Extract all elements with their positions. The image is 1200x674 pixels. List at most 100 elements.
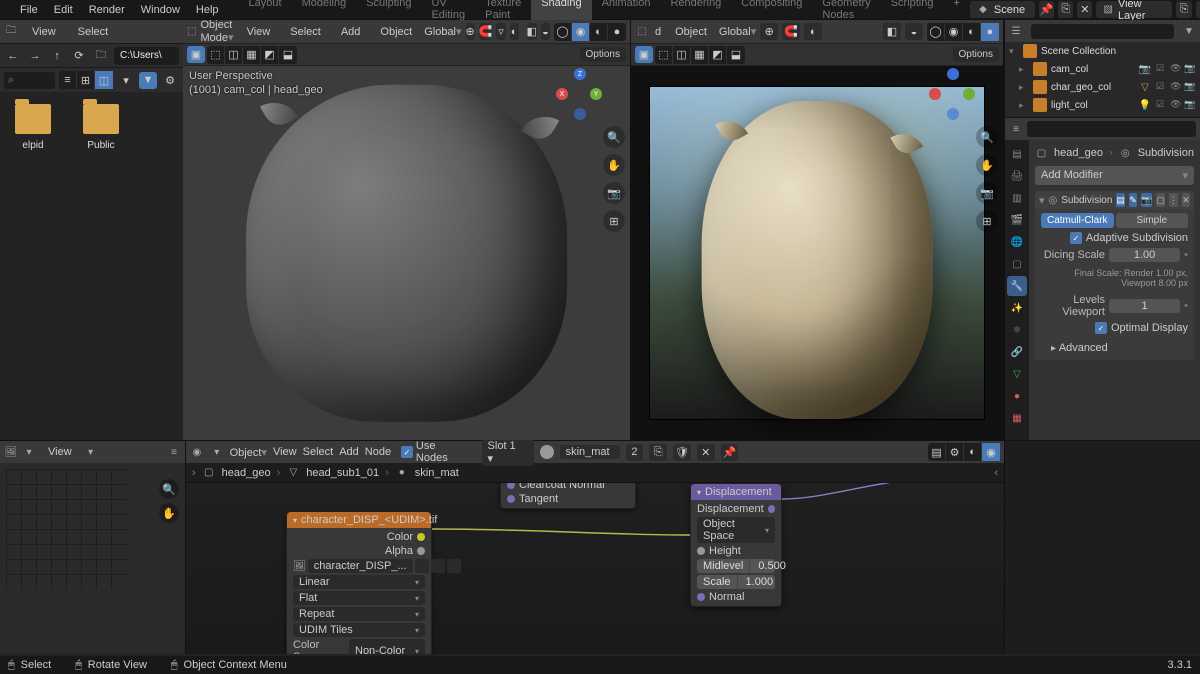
zoom-icon[interactable]: 🔍	[976, 126, 998, 148]
pan-icon[interactable]: ✋	[976, 154, 998, 176]
socket-icon[interactable]	[507, 495, 515, 503]
adaptive-checkbox[interactable]: ✓	[1070, 232, 1082, 244]
advanced-disclosure[interactable]: ▸ Advanced	[1041, 338, 1188, 356]
mat-sphere-icon[interactable]	[540, 445, 554, 459]
shader-type-icon[interactable]: ▾	[210, 445, 224, 459]
viewlayer-del-icon[interactable]: ✕	[1196, 1, 1200, 18]
properties-editor-icon[interactable]: ≡	[1009, 122, 1023, 136]
ne-view[interactable]: View	[273, 446, 297, 458]
viewport-options[interactable]: Options	[580, 47, 626, 62]
ie-view[interactable]: View	[40, 444, 80, 460]
properties-search[interactable]	[1027, 121, 1196, 137]
mod-edit-icon[interactable]: ✎	[1129, 193, 1137, 207]
dicing-scale-input[interactable]: 1.00	[1109, 248, 1180, 262]
pan-icon[interactable]: ✋	[159, 503, 179, 523]
uv-grid[interactable]: 🔍 ✋	[0, 463, 185, 654]
nav-gizmo[interactable]: X Y Z	[556, 72, 602, 118]
mat-unlink-icon[interactable]: ✕	[697, 444, 715, 461]
mod-realtime-icon[interactable]: ▤	[1116, 193, 1125, 207]
camera-icon[interactable]: 📷	[976, 182, 998, 204]
snap-target-icon[interactable]: ▿	[496, 23, 505, 40]
menu-file[interactable]: File	[12, 2, 46, 18]
snap-icon[interactable]: 🧲	[479, 23, 493, 40]
mat-users-button[interactable]: 2	[626, 444, 644, 461]
scene-del-icon[interactable]: ✕	[1077, 1, 1092, 18]
ne-add[interactable]: Add	[339, 446, 359, 458]
node-displacement[interactable]: ▾Displacement Displacement Object Space▾…	[690, 483, 782, 607]
socket-icon[interactable]	[507, 483, 515, 489]
nav-newdir-icon[interactable]: 🗀	[92, 47, 110, 64]
persp-icon[interactable]: ⊞	[603, 210, 625, 232]
extension-select[interactable]: Repeat▾	[293, 607, 425, 621]
filter-icon[interactable]: ▼	[1182, 24, 1196, 38]
scene-selector[interactable]: ◆ Scene	[970, 1, 1035, 18]
mat-newcopy-icon[interactable]: ⎘	[649, 444, 667, 461]
viewlayer-new-icon[interactable]: ⎘	[1176, 1, 1191, 18]
nav-gizmo[interactable]	[929, 72, 975, 118]
optimal-checkbox[interactable]: ✓	[1095, 322, 1107, 334]
viewport-3d-area[interactable]: User Perspective (1001) cam_col | head_g…	[183, 66, 630, 440]
disclosure-icon[interactable]: ▾	[1009, 46, 1019, 57]
scene-pin-icon[interactable]: 📌	[1039, 1, 1054, 18]
folder-item[interactable]: elpid	[8, 104, 58, 151]
levels-viewport-input[interactable]: 1	[1109, 299, 1180, 313]
vp-view[interactable]: View	[239, 24, 279, 40]
proportional-icon[interactable]: ◐	[510, 23, 519, 40]
tab-render[interactable]: ▤	[1007, 144, 1027, 164]
persp-icon[interactable]: ⊞	[976, 210, 998, 232]
viewport-options[interactable]: Options	[953, 47, 999, 62]
use-nodes-checkbox[interactable]: ✓	[401, 446, 413, 458]
img-open-icon[interactable]	[431, 559, 445, 573]
modifier-name[interactable]: Subdivision	[1061, 195, 1112, 206]
mod-cage-icon[interactable]: ▢	[1156, 193, 1165, 207]
socket-out-disp-icon[interactable]	[768, 505, 775, 513]
pan-icon[interactable]: ✋	[603, 154, 625, 176]
socket-out-alpha-icon[interactable]	[417, 547, 425, 555]
fb-filter-icon[interactable]: ▼	[139, 72, 157, 89]
fb-search-input[interactable]: ⌕	[4, 72, 55, 89]
add-modifier-button[interactable]: Add Modifier▾	[1035, 166, 1194, 185]
vp-object[interactable]: Object	[667, 24, 715, 40]
menu-window[interactable]: Window	[133, 2, 188, 18]
ie-menu-icon[interactable]: ≡	[167, 445, 181, 459]
node-overlay-icons[interactable]: ▤⚙◐◉	[928, 443, 1000, 461]
img-unlink-icon[interactable]	[447, 559, 461, 573]
tab-mesh[interactable]: ▽	[1007, 364, 1027, 384]
socket-normal-icon[interactable]	[697, 593, 705, 601]
menu-edit[interactable]: Edit	[46, 2, 81, 18]
tab-physics[interactable]: ⚛	[1007, 320, 1027, 340]
pivot-icon[interactable]: ⊕	[760, 23, 778, 40]
projection-select[interactable]: Flat▾	[293, 591, 425, 605]
disclosure-icon[interactable]: ▸	[1019, 64, 1029, 75]
node-editor-icon[interactable]: ◉	[190, 445, 204, 459]
tab-output[interactable]: 🖨	[1007, 166, 1027, 186]
menu-help[interactable]: Help	[188, 2, 227, 18]
fb-sort-icon[interactable]: ▾	[117, 72, 135, 89]
tab-texture[interactable]: ▦	[1007, 408, 1027, 428]
orientation-selector[interactable]: Global▾	[424, 25, 461, 38]
node-principled-partial[interactable]: Clearcoat Normal Tangent	[500, 483, 636, 509]
pivot-icon[interactable]: ⊕	[466, 23, 475, 40]
tiles-select[interactable]: UDIM Tiles▾	[293, 623, 425, 637]
disclosure-icon[interactable]: ▾	[1039, 194, 1045, 207]
proportional-icon[interactable]: ◐	[804, 23, 822, 40]
node-image-texture[interactable]: ▾character_DISP_<UDIM>.tif Color Alpha 🖼…	[286, 511, 432, 654]
menu-render[interactable]: Render	[81, 2, 133, 18]
tab-constraints[interactable]: 🔗	[1007, 342, 1027, 362]
mod-extra-icon[interactable]: ⋮	[1169, 193, 1178, 207]
gizmo-vis-icon[interactable]: ◧	[883, 23, 901, 40]
scale-input[interactable]: Scale1.000	[697, 575, 775, 589]
img-users-icon[interactable]	[415, 559, 429, 573]
tab-modifiers[interactable]: 🔧	[1007, 276, 1027, 296]
zoom-icon[interactable]: 🔍	[159, 479, 179, 499]
node-object-selector[interactable]: Object▾	[230, 446, 267, 459]
snap-icon[interactable]: 🧲	[782, 23, 800, 40]
orientation-selector[interactable]: Global▾	[719, 25, 756, 38]
fb-select[interactable]: Select	[70, 24, 117, 40]
image-editor-icon[interactable]: 🖼	[4, 445, 18, 459]
zoom-icon[interactable]: 🔍	[603, 126, 625, 148]
fb-display-mode[interactable]: ≡⊞◫	[59, 71, 113, 89]
select-mode-strip[interactable]: ⬚◫▦◩⬓	[207, 46, 297, 64]
vp-select[interactable]: Select	[282, 24, 329, 40]
vp-add[interactable]: Add	[333, 24, 369, 40]
